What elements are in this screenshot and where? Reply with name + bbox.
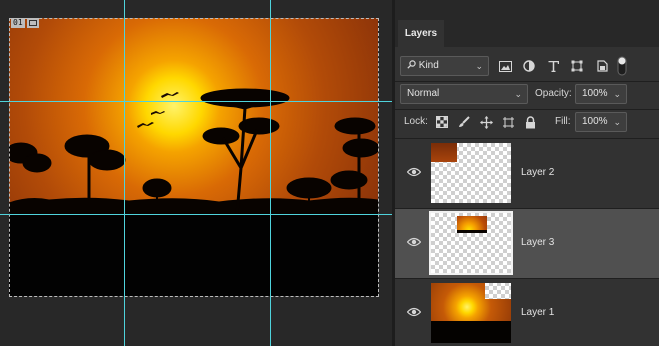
guide-vertical[interactable] (124, 0, 125, 346)
document-canvas[interactable]: 01 (0, 0, 392, 346)
layer-name[interactable]: Layer 2 (521, 167, 554, 178)
fill-value: 100% (582, 116, 608, 127)
panel-tab-bar: Layers (395, 0, 659, 47)
eye-icon[interactable] (407, 307, 421, 317)
image-document[interactable] (9, 18, 378, 296)
layers-panel: Layers Kind ⌄ Normal ⌄ Opacity: 100% ⌄ L… (392, 0, 659, 346)
fill-field[interactable]: 100% ⌄ (575, 112, 627, 132)
black-ground (9, 214, 378, 296)
layer-thumbnail[interactable] (431, 143, 511, 203)
bird-icon (137, 92, 179, 128)
lock-position-icon[interactable] (479, 115, 493, 129)
blend-mode-dropdown[interactable]: Normal ⌄ (400, 84, 528, 104)
guide-horizontal[interactable] (0, 214, 392, 215)
lock-artboard-icon[interactable] (501, 115, 515, 129)
guide-horizontal[interactable] (0, 101, 392, 102)
kind-filter-dropdown[interactable]: Kind ⌄ (400, 56, 489, 76)
chevron-down-icon: ⌄ (613, 117, 621, 127)
tab-layers[interactable]: Layers (398, 20, 444, 47)
slice-badge[interactable]: 01 (11, 18, 39, 28)
adjustment-filter-icon[interactable] (522, 59, 536, 73)
landscape-artwork (9, 88, 378, 215)
chevron-down-icon: ⌄ (613, 89, 621, 99)
layer-thumbnail[interactable] (429, 211, 513, 275)
layer-row[interactable]: Layer 1 (395, 278, 659, 346)
layer-name[interactable]: Layer 1 (521, 307, 554, 318)
guide-vertical[interactable] (270, 0, 271, 346)
slice-number: 01 (11, 18, 25, 28)
layer-thumbnail[interactable] (431, 283, 511, 343)
filter-toggle-icon[interactable] (617, 56, 627, 76)
divider (395, 81, 659, 82)
blend-mode-value: Normal (407, 88, 440, 99)
divider (395, 109, 659, 110)
eye-icon[interactable] (407, 167, 421, 177)
type-filter-icon[interactable] (546, 59, 560, 73)
lock-label: Lock: (404, 116, 428, 127)
chevron-down-icon: ⌄ (514, 89, 522, 99)
slice-badge-icon (26, 18, 39, 28)
lock-transparent-icon[interactable] (435, 115, 449, 129)
smart-object-filter-icon[interactable] (595, 59, 609, 73)
layer-row[interactable]: Layer 2 (395, 138, 659, 208)
sunset-sky (9, 18, 378, 218)
tree-silhouette-icon (9, 88, 378, 215)
eye-icon[interactable] (407, 237, 421, 247)
fill-label: Fill: (555, 116, 571, 127)
lock-all-icon[interactable] (523, 115, 537, 129)
image-filter-icon[interactable] (498, 59, 512, 73)
chevron-down-icon: ⌄ (475, 61, 483, 71)
search-icon (407, 60, 416, 69)
layer-row-selected[interactable]: Layer 3 (395, 208, 659, 278)
opacity-field[interactable]: 100% ⌄ (575, 84, 627, 104)
kind-filter-label: Kind (418, 60, 439, 71)
opacity-label: Opacity: (535, 88, 572, 99)
layer-name[interactable]: Layer 3 (521, 237, 554, 248)
opacity-value: 100% (582, 88, 608, 99)
lock-image-icon[interactable] (457, 115, 471, 129)
shape-filter-icon[interactable] (570, 59, 584, 73)
